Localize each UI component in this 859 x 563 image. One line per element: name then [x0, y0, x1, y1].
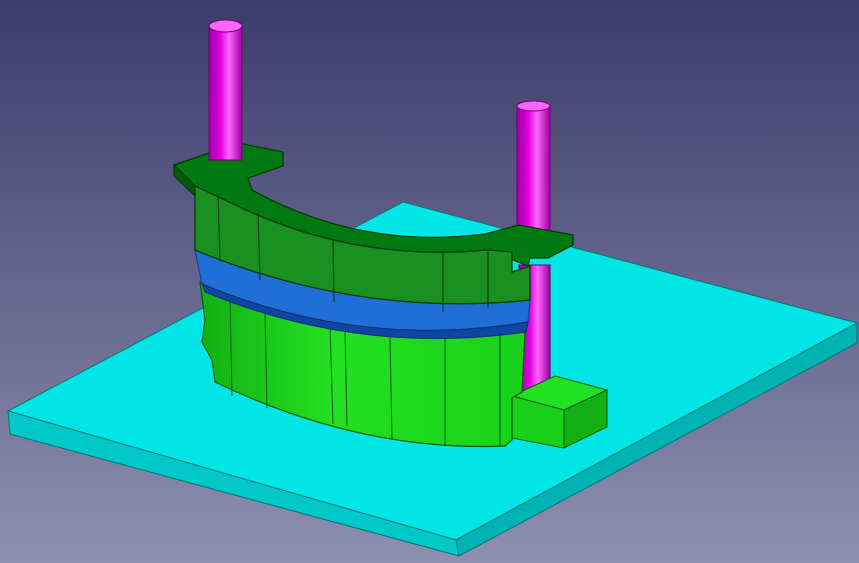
guide-pillar-right-upper — [516, 105, 551, 237]
guide-pillar-left-body — [208, 25, 243, 161]
cad-3d-viewport[interactable] — [0, 0, 859, 563]
mold-assembly-model[interactable] — [0, 0, 859, 563]
guide-pillar-right-top — [516, 100, 551, 112]
guide-pillar-left[interactable] — [208, 19, 243, 161]
guide-pillar-left-top — [208, 19, 243, 33]
